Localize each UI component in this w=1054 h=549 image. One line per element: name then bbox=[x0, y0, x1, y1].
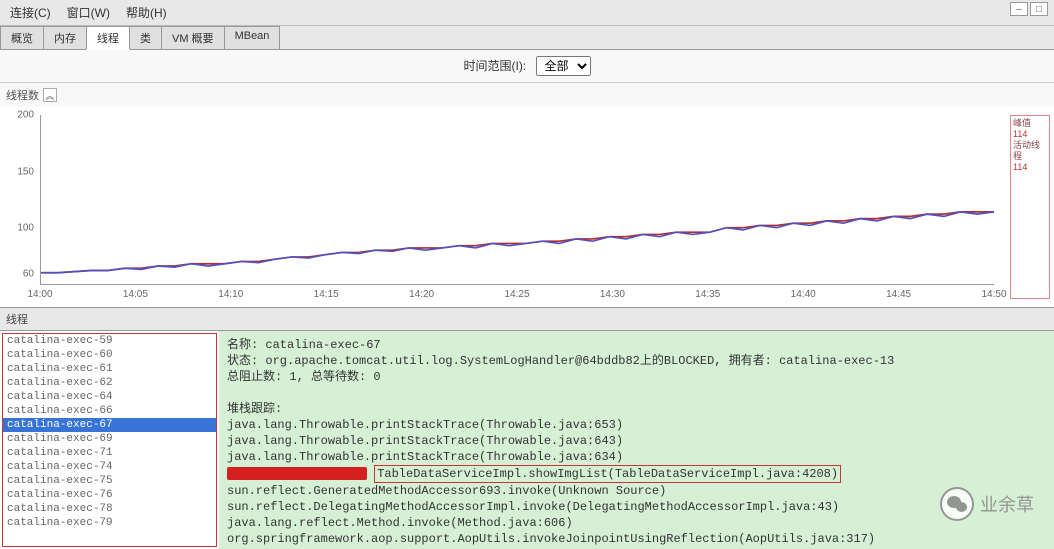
watermark-text: 业余草 bbox=[980, 491, 1034, 517]
thread-count-header: 线程数 ︽ bbox=[0, 83, 1054, 107]
tab-threads[interactable]: 线程 bbox=[86, 26, 130, 50]
watermark: 业余草 bbox=[940, 487, 1034, 521]
list-item[interactable]: catalina-exec-74 bbox=[3, 460, 216, 474]
detail-name-value: catalina-exec-67 bbox=[265, 338, 380, 352]
collapse-toggle-icon[interactable]: ︽ bbox=[43, 88, 57, 102]
list-item[interactable]: catalina-exec-76 bbox=[3, 488, 216, 502]
thread-detail-pane: 名称: catalina-exec-67 状态: org.apache.tomc… bbox=[219, 331, 1054, 549]
y-tick: 150 bbox=[17, 166, 34, 177]
tab-memory[interactable]: 内存 bbox=[43, 26, 87, 49]
x-tick: 14:50 bbox=[981, 289, 1006, 300]
x-tick: 14:30 bbox=[600, 289, 625, 300]
time-range-row: 时间范围(I): 全部 bbox=[0, 50, 1054, 83]
menu-window[interactable]: 窗口(W) bbox=[61, 2, 116, 23]
list-item[interactable]: catalina-exec-66 bbox=[3, 404, 216, 418]
list-item[interactable]: catalina-exec-64 bbox=[3, 390, 216, 404]
stack-frame: java.lang.Throwable.printStackTrace(Thro… bbox=[227, 417, 1046, 433]
chart-series bbox=[41, 212, 994, 273]
detail-name-label: 名称: bbox=[227, 338, 258, 352]
detail-block-value: 1, 总等待数: 0 bbox=[289, 370, 380, 384]
y-tick: 60 bbox=[23, 268, 34, 279]
list-item[interactable]: catalina-exec-62 bbox=[3, 376, 216, 390]
stack-frame: java.lang.reflect.Method.invoke(Method.j… bbox=[227, 515, 1046, 531]
tab-bar: 概览 内存 线程 类 VM 概要 MBean bbox=[0, 26, 1054, 50]
list-item[interactable]: catalina-exec-60 bbox=[3, 348, 216, 362]
list-item[interactable]: catalina-exec-78 bbox=[3, 502, 216, 516]
x-tick: 14:25 bbox=[504, 289, 529, 300]
legend-live-label: 活动线程 bbox=[1013, 140, 1047, 162]
list-item[interactable]: catalina-exec-79 bbox=[3, 516, 216, 530]
time-range-label: 时间范围(I): bbox=[463, 59, 526, 73]
thread-detail-split: catalina-exec-59catalina-exec-60catalina… bbox=[0, 331, 1054, 549]
list-item[interactable]: catalina-exec-67 bbox=[3, 418, 216, 432]
redacted-icon bbox=[227, 467, 367, 480]
x-tick: 14:05 bbox=[123, 289, 148, 300]
y-tick: 200 bbox=[17, 110, 34, 121]
tab-mbean[interactable]: MBean bbox=[224, 26, 281, 49]
x-tick: 14:20 bbox=[409, 289, 434, 300]
highlighted-frame: TableDataServiceImpl.showImgList(TableDa… bbox=[374, 465, 841, 483]
stack-frame: sun.reflect.GeneratedMethodAccessor693.i… bbox=[227, 483, 1046, 499]
window-controls: – □ bbox=[1010, 2, 1048, 16]
y-tick: 100 bbox=[17, 223, 34, 234]
stack-frame: java.lang.Throwable.printStackTrace(Thro… bbox=[227, 433, 1046, 449]
thread-count-label: 线程数 bbox=[6, 87, 39, 103]
stack-frame: sun.reflect.DelegatingMethodAccessorImpl… bbox=[227, 499, 1046, 515]
thread-list[interactable]: catalina-exec-59catalina-exec-60catalina… bbox=[2, 333, 217, 547]
list-item[interactable]: catalina-exec-75 bbox=[3, 474, 216, 488]
detail-state-label: 状态: bbox=[227, 354, 258, 368]
menu-help[interactable]: 帮助(H) bbox=[120, 2, 173, 23]
threads-section-title: 线程 bbox=[0, 307, 1054, 331]
list-item[interactable]: catalina-exec-61 bbox=[3, 362, 216, 376]
x-tick: 14:15 bbox=[314, 289, 339, 300]
x-tick: 14:00 bbox=[27, 289, 52, 300]
stack-frame: java.lang.Throwable.printStackTrace(Thro… bbox=[227, 449, 1046, 465]
legend-peak-value: 114 bbox=[1013, 129, 1047, 140]
x-tick: 14:10 bbox=[218, 289, 243, 300]
legend-live-value: 114 bbox=[1013, 162, 1047, 173]
time-range-select[interactable]: 全部 bbox=[536, 56, 591, 76]
maximize-button[interactable]: □ bbox=[1030, 2, 1048, 16]
chart-legend: 峰值 114 活动线程 114 bbox=[1010, 115, 1050, 299]
x-tick: 14:35 bbox=[695, 289, 720, 300]
menu-bar: 连接(C) 窗口(W) 帮助(H) – □ bbox=[0, 0, 1054, 26]
list-item[interactable]: catalina-exec-59 bbox=[3, 334, 216, 348]
list-item[interactable]: catalina-exec-71 bbox=[3, 446, 216, 460]
stack-trace-label: 堆栈跟踪: bbox=[227, 401, 1046, 417]
tab-classes[interactable]: 类 bbox=[129, 26, 162, 49]
x-tick: 14:40 bbox=[791, 289, 816, 300]
list-item[interactable]: catalina-exec-69 bbox=[3, 432, 216, 446]
menu-connect[interactable]: 连接(C) bbox=[4, 2, 57, 23]
wechat-icon bbox=[940, 487, 974, 521]
minimize-button[interactable]: – bbox=[1010, 2, 1028, 16]
detail-block-label: 总阻止数: bbox=[227, 370, 282, 384]
stack-frame: org.springframework.aop.support.AopUtils… bbox=[227, 531, 1046, 547]
tab-vm-summary[interactable]: VM 概要 bbox=[161, 26, 225, 49]
detail-state-value: org.apache.tomcat.util.log.SystemLogHand… bbox=[265, 354, 894, 368]
tab-overview[interactable]: 概览 bbox=[0, 26, 44, 49]
legend-peak-label: 峰值 bbox=[1013, 118, 1047, 129]
x-tick: 14:45 bbox=[886, 289, 911, 300]
thread-chart: 60 100 150 200 14:00 14:05 14:10 14:15 14:20 14:… bbox=[0, 107, 1054, 307]
